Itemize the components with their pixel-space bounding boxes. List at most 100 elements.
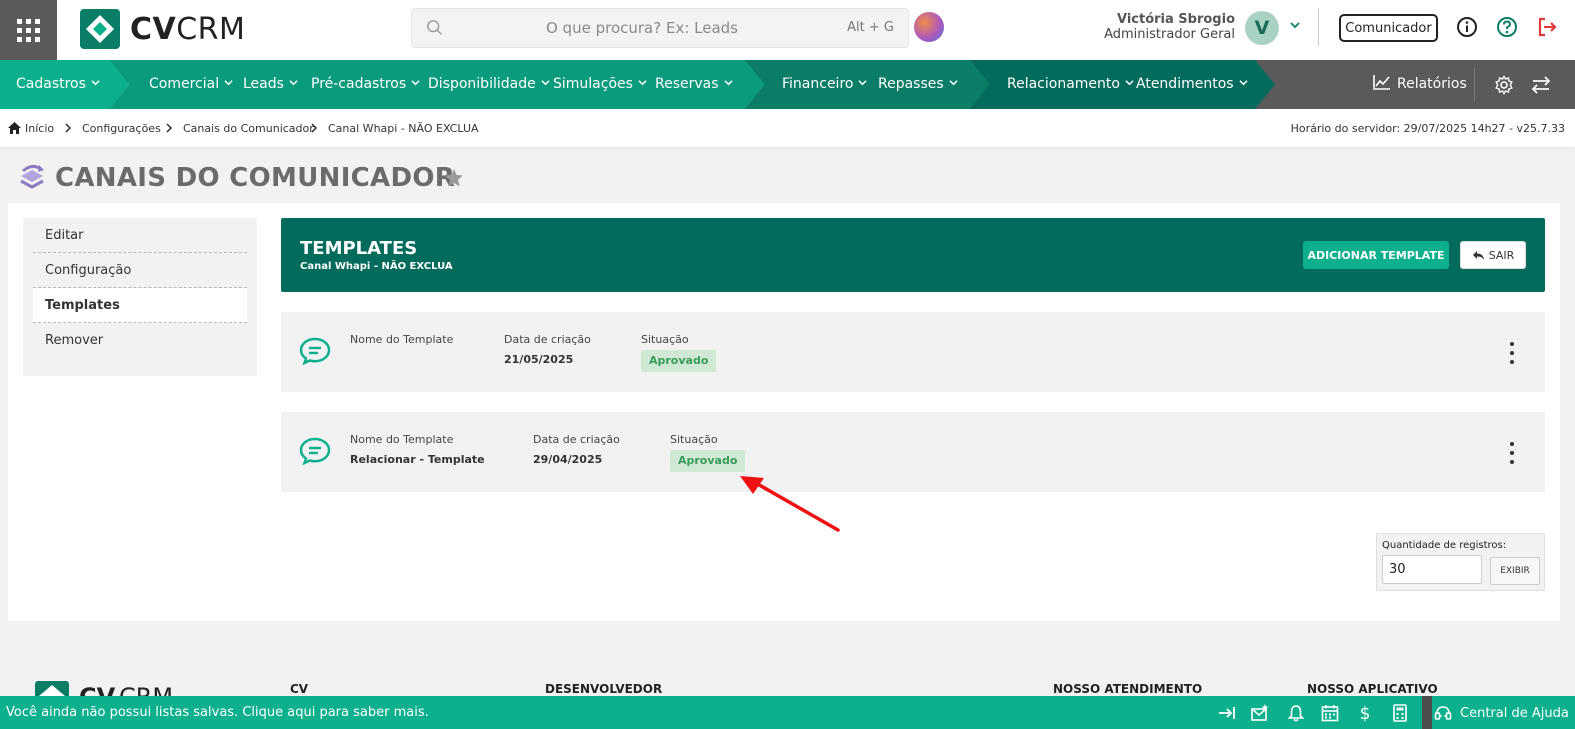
footer-col-cv: CV — [290, 682, 309, 696]
nav-repasses[interactable]: Repasses — [878, 60, 958, 109]
saved-lists-message[interactable]: Você ainda não possui listas salvas. Cli… — [6, 705, 429, 720]
cvcrm-logo-icon — [80, 9, 120, 49]
search-icon — [427, 20, 442, 35]
grid-icon — [17, 18, 40, 42]
search-input[interactable] — [452, 9, 832, 47]
side-item-templates[interactable]: Templates — [33, 288, 247, 323]
templates-title: TEMPLATES — [300, 238, 418, 259]
user-info[interactable]: Victória Sbrogio Administrador Geral — [1080, 12, 1235, 42]
template-name: Relacionar - Template — [350, 453, 485, 466]
nav-disponibilidade[interactable]: Disponibilidade — [428, 60, 550, 109]
nav-comercial[interactable]: Comercial — [149, 60, 233, 109]
main-nav: Cadastros Comercial Leads Pré-cadastros … — [0, 60, 1575, 109]
records-input[interactable] — [1382, 555, 1482, 584]
nav-relatorios[interactable]: Relatórios — [1373, 60, 1467, 109]
server-time: Horário do servidor: 29/07/2025 14h27 - … — [1290, 122, 1565, 135]
records-label: Quantidade de registros: — [1382, 540, 1507, 551]
home-icon[interactable] — [8, 122, 21, 134]
search-shortcut-hint: Alt + G — [847, 20, 894, 35]
reply-arrow-icon — [1472, 250, 1484, 260]
svg-text:$: $ — [1360, 704, 1371, 722]
nav-relacionamento[interactable]: Relacionamento — [1007, 60, 1134, 109]
bottom-bar: Você ainda não possui listas salvas. Cli… — [0, 696, 1575, 729]
info-icon[interactable] — [1456, 16, 1478, 38]
template-row: Nome do Template Relacionar - Template D… — [281, 412, 1545, 492]
more-options-icon[interactable] — [1507, 342, 1517, 364]
footer-col-atendimento: NOSSO ATENDIMENTO — [1053, 682, 1203, 696]
logout-icon[interactable] — [1536, 16, 1558, 38]
bell-icon[interactable] — [1287, 704, 1305, 722]
svg-text:CRM: CRM — [119, 683, 173, 696]
nav-cadastros[interactable]: Cadastros — [16, 60, 100, 109]
col-name-label: Nome do Template — [350, 433, 454, 446]
exit-button-label: SAIR — [1488, 248, 1515, 262]
nav-pre-cadastros[interactable]: Pré-cadastros — [311, 60, 420, 109]
annotation-arrow — [740, 476, 840, 532]
footer-col-desenvolvedor: DESENVOLVEDOR — [545, 682, 663, 696]
gear-icon[interactable] — [1494, 75, 1514, 95]
col-status-label: Situação — [670, 433, 718, 446]
template-row: Nome do Template Data de criação 21/05/2… — [281, 312, 1545, 392]
user-name: Victória Sbrogio — [1116, 12, 1235, 27]
footer-col-aplicativo: NOSSO APLICATIVO — [1307, 682, 1438, 696]
show-button[interactable]: EXIBIR — [1490, 557, 1540, 585]
side-item-editar[interactable]: Editar — [33, 218, 247, 253]
cvcrm-logo[interactable]: CVCRM — [80, 8, 245, 50]
svg-text:CV: CV — [79, 683, 116, 696]
col-date-label: Data de criação — [504, 333, 591, 346]
logo-text: CVCRM — [130, 11, 246, 47]
chart-line-icon — [1373, 75, 1390, 90]
nav-financeiro[interactable]: Financeiro — [782, 60, 868, 109]
add-template-button[interactable]: ADICIONAR TEMPLATE — [1303, 241, 1449, 269]
nav-leads[interactable]: Leads — [243, 60, 298, 109]
help-center-button[interactable]: Central de Ajuda — [1434, 704, 1569, 722]
help-icon[interactable] — [1496, 16, 1518, 38]
chevron-right-icon — [311, 123, 317, 133]
calendar-icon[interactable] — [1321, 704, 1339, 722]
comunicador-button[interactable]: Comunicador — [1339, 14, 1438, 42]
help-center-label: Central de Ajuda — [1460, 705, 1569, 721]
nav-reservas[interactable]: Reservas — [655, 60, 733, 109]
breadcrumb: Início Configurações Canais do Comunicad… — [0, 109, 1575, 147]
records-per-page: Quantidade de registros: EXIBIR — [1376, 533, 1545, 591]
col-name-label: Nome do Template — [350, 333, 454, 346]
theme-orb-button[interactable] — [914, 12, 944, 42]
status-badge: Aprovado — [641, 350, 717, 372]
col-date-label: Data de criação — [533, 433, 620, 446]
chat-bubble-icon — [299, 337, 331, 366]
side-menu: Editar Configuração Templates Remover — [23, 218, 257, 376]
top-header: CVCRM Alt + G Victória Sbrogio Administr… — [0, 0, 1575, 60]
swap-arrows-icon[interactable] — [1531, 75, 1551, 95]
nav-atendimentos[interactable]: Atendimentos — [1136, 60, 1248, 109]
header-divider — [1318, 8, 1319, 46]
nav-divider — [1474, 68, 1475, 101]
star-icon[interactable] — [444, 168, 464, 188]
arrow-to-right-icon[interactable] — [1218, 704, 1236, 722]
side-item-configuracao[interactable]: Configuração — [33, 253, 247, 288]
more-options-icon[interactable] — [1507, 442, 1517, 464]
breadcrumb-configuracoes[interactable]: Configurações — [82, 122, 161, 135]
breadcrumb-canais[interactable]: Canais do Comunicador — [183, 122, 314, 135]
apps-menu-button[interactable] — [0, 0, 57, 60]
nav-simulacoes[interactable]: Simulações — [553, 60, 647, 109]
footer-logo: CV CRM — [35, 680, 175, 696]
chevron-right-icon — [166, 123, 172, 133]
template-date: 29/04/2025 — [533, 453, 603, 466]
breadcrumb-inicio[interactable]: Início — [25, 122, 54, 135]
chevron-down-icon[interactable] — [1288, 18, 1302, 32]
channels-icon — [20, 164, 44, 189]
side-item-remover[interactable]: Remover — [33, 323, 247, 358]
user-role: Administrador Geral — [1104, 27, 1235, 42]
col-status-label: Situação — [641, 333, 689, 346]
calculator-icon[interactable] — [1391, 704, 1409, 722]
dollar-icon[interactable]: $ — [1356, 704, 1374, 722]
global-search: Alt + G — [411, 8, 909, 48]
mail-star-icon[interactable] — [1251, 704, 1269, 722]
avatar[interactable]: V — [1245, 11, 1279, 45]
exit-button[interactable]: SAIR — [1460, 241, 1526, 269]
chevron-right-icon — [65, 123, 71, 133]
template-date: 21/05/2025 — [504, 353, 574, 366]
templates-header: TEMPLATES Canal Whapi - NÃO EXCLUA ADICI… — [281, 218, 1545, 292]
page-title: CANAIS DO COMUNICADOR — [55, 163, 456, 193]
breadcrumb-current: Canal Whapi - NÃO EXCLUA — [328, 122, 479, 135]
